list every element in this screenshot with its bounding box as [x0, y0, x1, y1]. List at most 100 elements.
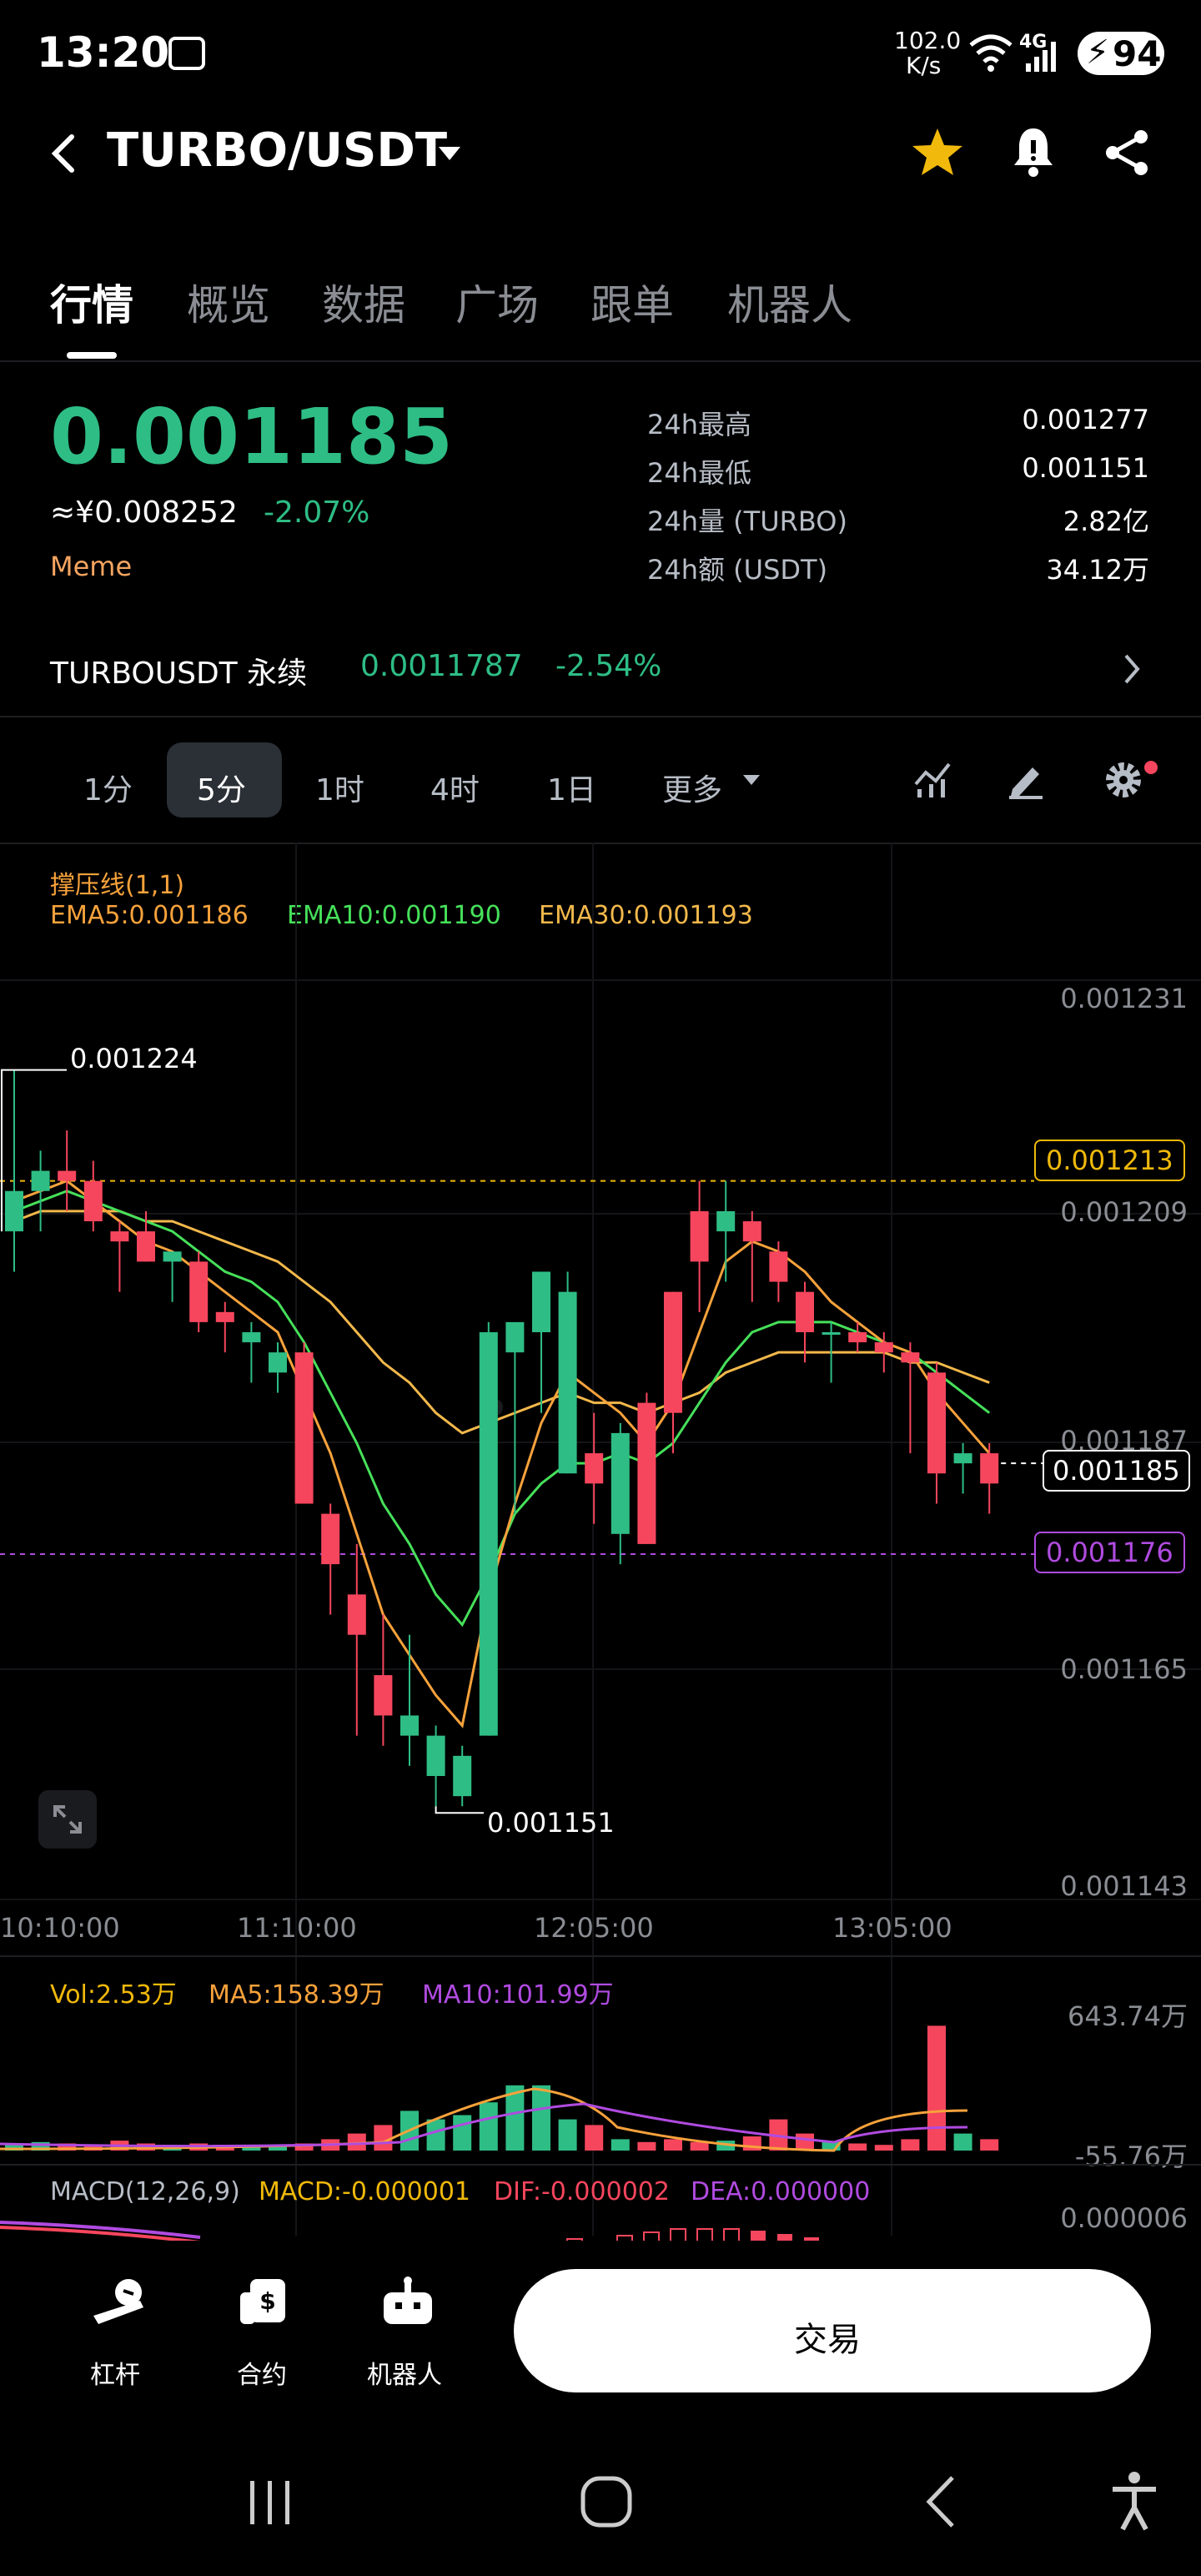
ema30-line [13, 1210, 990, 1435]
accessibility-icon[interactable] [1109, 2471, 1159, 2531]
tab-market[interactable]: 行情 [50, 272, 133, 332]
vol-axis-bottom: -55.76万 [1074, 2141, 1188, 2172]
share-icon[interactable] [1103, 128, 1151, 177]
timeframe-1h[interactable]: 1时 [315, 766, 364, 809]
macd-axis-top: 0.000006 [1060, 2202, 1188, 2234]
perp-price: 0.0011787 [360, 649, 523, 683]
volume-bar [848, 2143, 867, 2151]
candle-body [505, 1321, 525, 1353]
candle-body [189, 1261, 209, 1322]
x-tick-1: 10:10:00 [0, 1912, 120, 1944]
cny-price: ≈¥0.008252 [50, 496, 238, 530]
signal-icon [1026, 42, 1056, 72]
candle-body [822, 1332, 841, 1335]
candle-body [215, 1311, 234, 1322]
candle-body [716, 1210, 736, 1232]
candle-body [980, 1453, 999, 1484]
candle-body [58, 1170, 77, 1181]
high-annotation: 0.001224 [70, 1043, 198, 1074]
leverage-icon[interactable] [92, 2277, 147, 2327]
tabs-divider [0, 360, 1201, 362]
settings-gear-icon[interactable] [1103, 759, 1144, 801]
price-alert-bell-icon[interactable] [1013, 125, 1054, 177]
tab-robot[interactable]: 机器人 [727, 272, 852, 332]
candle-body [321, 1513, 340, 1565]
active-tab-indicator [67, 352, 117, 359]
volume-bar [426, 2119, 445, 2151]
stat-value-volume: 2.82亿 [1063, 506, 1149, 537]
tab-square[interactable]: 广场 [455, 272, 539, 332]
volume-chart [0, 2025, 999, 2152]
candle-body [690, 1210, 709, 1262]
timeframe-1m[interactable]: 1分 [83, 766, 133, 809]
volume-bar [980, 2139, 999, 2151]
price-chart[interactable] [0, 843, 1201, 1910]
candle-body [83, 1180, 103, 1221]
contract-icon[interactable]: $ [239, 2277, 289, 2327]
contract-button[interactable]: 合约 [237, 2354, 287, 2391]
candle-body [848, 1332, 867, 1343]
candle-body [163, 1251, 182, 1262]
macd-dea: DEA:0.000000 [691, 2177, 871, 2206]
y-tick-1: 0.001231 [1060, 983, 1188, 1014]
stat-label-turnover: 24h额 (USDT) [647, 554, 828, 586]
battery-bolt-icon: ⚡ [1086, 33, 1110, 72]
stat-value-low: 0.001151 [1022, 452, 1149, 484]
home-icon[interactable] [579, 2474, 634, 2529]
net-speed-unit: K/s [906, 52, 942, 79]
recent-apps-icon[interactable] [245, 2478, 295, 2528]
category-tag[interactable]: Meme [50, 551, 132, 582]
favorite-star-icon[interactable] [911, 127, 964, 177]
candle-body [611, 1432, 630, 1534]
perp-divider [0, 716, 1201, 717]
candle-body [400, 1715, 419, 1736]
tab-overview[interactable]: 概览 [187, 272, 270, 332]
y-tick-5: 0.001143 [1060, 1870, 1188, 1902]
volume-bar [374, 2125, 393, 2151]
back-icon[interactable] [50, 133, 77, 174]
candle-body [796, 1291, 814, 1332]
draw-pen-icon[interactable] [1006, 759, 1046, 799]
screenshot-icon [168, 37, 205, 70]
tab-data[interactable]: 数据 [322, 272, 405, 332]
leverage-button[interactable]: 杠杆 [90, 2354, 140, 2391]
robot-icon[interactable] [379, 2277, 437, 2327]
battery-level: 94 [1113, 33, 1162, 74]
candle-body [664, 1291, 682, 1413]
candle-body [269, 1352, 287, 1373]
volume-divider [0, 2164, 1201, 2166]
last-price: 0.001185 [50, 392, 454, 481]
candle-body [532, 1271, 550, 1332]
indicator-icon[interactable] [912, 759, 952, 799]
y-tick-4: 0.001165 [1060, 1653, 1188, 1685]
candle-body [453, 1755, 472, 1797]
timeframe-1d[interactable]: 1日 [547, 766, 596, 809]
robot-button[interactable]: 机器人 [367, 2354, 442, 2391]
stat-label-low: 24h最低 [647, 457, 752, 489]
timeframe-5m[interactable]: 5分 [197, 766, 246, 809]
timeframe-more[interactable]: 更多 [662, 766, 722, 809]
candle-body [769, 1251, 788, 1282]
nav-back-icon[interactable] [924, 2474, 957, 2529]
more-caret-icon[interactable] [742, 774, 761, 786]
x-tick-2: 11:10:00 [237, 1912, 357, 1944]
volume-bar [664, 2139, 682, 2151]
dropdown-caret-icon[interactable] [437, 145, 462, 162]
resistance-price-tag: 0.001213 [1034, 1140, 1185, 1181]
perpetual-row[interactable]: TURBOUSDT 永续 0.0011787 -2.54% [0, 634, 1201, 717]
svg-text:$: $ [259, 2287, 275, 2315]
x-tick-3: 12:05:00 [534, 1912, 654, 1944]
candle-body [479, 1332, 498, 1736]
candle-body [137, 1231, 155, 1262]
wifi-icon [969, 34, 1013, 72]
candle-body [242, 1332, 261, 1343]
net-speed-value: 102.0 [894, 27, 962, 54]
volume-bar [796, 2133, 814, 2151]
settings-notification-dot [1144, 761, 1158, 774]
timeframe-4h[interactable]: 4时 [430, 766, 480, 809]
candle-body [5, 1190, 23, 1232]
tab-copy-trading[interactable]: 跟单 [590, 272, 674, 332]
pair-title[interactable]: TURBO/USDT [107, 123, 447, 178]
macd-value: MACD:-0.000001 [259, 2177, 471, 2206]
stat-label-volume: 24h量 (TURBO) [647, 506, 847, 537]
